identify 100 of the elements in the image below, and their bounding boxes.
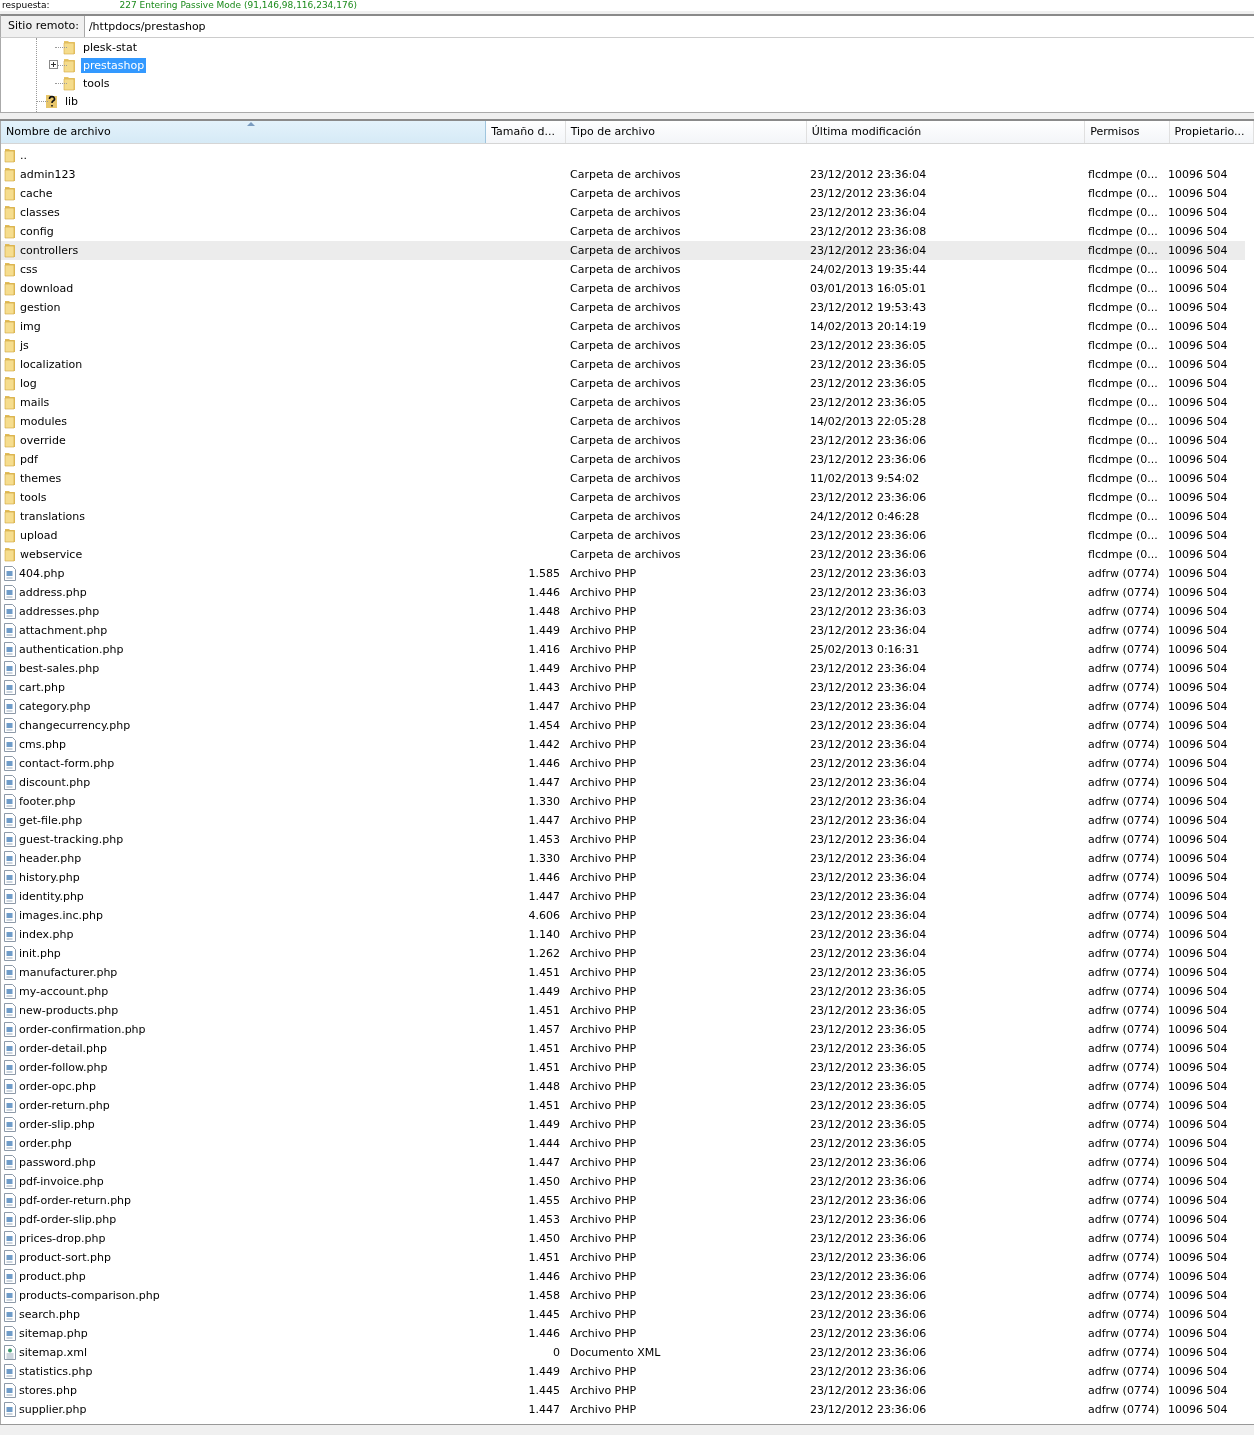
file-row[interactable]: controllers Carpeta de archivos 23/12/2012 23:36:04 flcdmpe (0... 10096 504 (1, 241, 1245, 260)
file-row[interactable]: js Carpeta de archivos 23/12/2012 23:36:05 flcdmpe (0... 10096 504 (1, 336, 1245, 355)
file-row[interactable]: webservice Carpeta de archivos 23/12/2012 23:36:06 flcdmpe (0... 10096 504 (1, 545, 1245, 564)
modified-date: 24/02/2013 19:35:44 (810, 263, 927, 276)
file-row[interactable]: 404.php 1.585 Archivo PHP 23/12/2012 23:36:03 adfrw (0774) 10096 504 (1, 564, 1245, 583)
file-row[interactable]: password.php 1.447 Archivo PHP 23/12/2012 23:36:06 adfrw (0774) 10096 504 (1, 1153, 1245, 1172)
modified-date: 23/12/2012 23:36:05 (810, 1061, 927, 1074)
tree-item[interactable]: tools (81, 75, 112, 91)
file-row[interactable]: prices-drop.php 1.450 Archivo PHP 23/12/2012 23:36:06 adfrw (0774) 10096 504 (1, 1229, 1245, 1248)
file-row[interactable]: order.php 1.444 Archivo PHP 23/12/2012 23:36:05 adfrw (0774) 10096 504 (1, 1134, 1245, 1153)
column-header[interactable]: Nombre de archivo (1, 121, 487, 143)
file-row[interactable]: cms.php 1.442 Archivo PHP 23/12/2012 23:36:04 adfrw (0774) 10096 504 (1, 735, 1245, 754)
file-row[interactable]: order-slip.php 1.449 Archivo PHP 23/12/2012 23:36:05 adfrw (0774) 10096 504 (1, 1115, 1245, 1134)
file-name: controllers (20, 244, 79, 257)
file-row[interactable]: cart.php 1.443 Archivo PHP 23/12/2012 23:36:04 adfrw (0774) 10096 504 (1, 678, 1245, 697)
file-row[interactable]: pdf-invoice.php 1.450 Archivo PHP 23/12/2012 23:36:06 adfrw (0774) 10096 504 (1, 1172, 1245, 1191)
file-row[interactable]: header.php 1.330 Archivo PHP 23/12/2012 23:36:04 adfrw (0774) 10096 504 (1, 849, 1245, 868)
file-row[interactable]: order-follow.php 1.451 Archivo PHP 23/12/2012 23:36:05 adfrw (0774) 10096 504 (1, 1058, 1245, 1077)
file-row[interactable]: config Carpeta de archivos 23/12/2012 23:36:08 flcdmpe (0... 10096 504 (1, 222, 1245, 241)
file-row[interactable]: order-opc.php 1.448 Archivo PHP 23/12/2012 23:36:05 adfrw (0774) 10096 504 (1, 1077, 1245, 1096)
column-header[interactable]: Permisos (1085, 121, 1170, 143)
file-row[interactable]: new-products.php 1.451 Archivo PHP 23/12/2012 23:36:05 adfrw (0774) 10096 504 (1, 1001, 1245, 1020)
tree-item[interactable]: lib (63, 93, 81, 109)
file-row[interactable]: changecurrency.php 1.454 Archivo PHP 23/12/2012 23:36:04 adfrw (0774) 10096 504 (1, 716, 1245, 735)
file-row[interactable]: pdf-order-return.php 1.455 Archivo PHP 23/12/2012 23:36:06 adfrw (0774) 10096 504 (1, 1191, 1245, 1210)
file-row[interactable]: my-account.php 1.449 Archivo PHP 23/12/2012 23:36:05 adfrw (0774) 10096 504 (1, 982, 1245, 1001)
permissions: flcdmpe (0... (1088, 225, 1158, 238)
file-row[interactable]: mails Carpeta de archivos 23/12/2012 23:36:05 flcdmpe (0... 10096 504 (1, 393, 1245, 412)
file-row[interactable]: history.php 1.446 Archivo PHP 23/12/2012 23:36:04 adfrw (0774) 10096 504 (1, 868, 1245, 887)
file-name: css (20, 263, 38, 276)
file-row[interactable]: authentication.php 1.416 Archivo PHP 25/02/2013 0:16:31 adfrw (0774) 10096 504 (1, 640, 1245, 659)
file-row[interactable]: contact-form.php 1.446 Archivo PHP 23/12/2012 23:36:04 adfrw (0774) 10096 504 (1, 754, 1245, 773)
file-row[interactable]: init.php 1.262 Archivo PHP 23/12/2012 23:36:04 adfrw (0774) 10096 504 (1, 944, 1245, 963)
document-icon (4, 908, 16, 923)
file-row[interactable]: images.inc.php 4.606 Archivo PHP 23/12/2012 23:36:04 adfrw (0774) 10096 504 (1, 906, 1245, 925)
file-type: Carpeta de archivos (570, 377, 681, 390)
file-row[interactable]: manufacturer.php 1.451 Archivo PHP 23/12/2012 23:36:05 adfrw (0774) 10096 504 (1, 963, 1245, 982)
file-row[interactable]: modules Carpeta de archivos 14/02/2013 22:05:28 flcdmpe (0... 10096 504 (1, 412, 1245, 431)
file-type: Archivo PHP (570, 738, 637, 751)
file-row[interactable]: img Carpeta de archivos 14/02/2013 20:14:19 flcdmpe (0... 10096 504 (1, 317, 1245, 336)
file-row[interactable]: classes Carpeta de archivos 23/12/2012 23:36:04 flcdmpe (0... 10096 504 (1, 203, 1245, 222)
file-row[interactable]: address.php 1.446 Archivo PHP 23/12/2012 23:36:03 adfrw (0774) 10096 504 (1, 583, 1245, 602)
file-row[interactable]: upload Carpeta de archivos 23/12/2012 23:36:06 flcdmpe (0... 10096 504 (1, 526, 1245, 545)
file-row[interactable]: addresses.php 1.448 Archivo PHP 23/12/2012 23:36:03 adfrw (0774) 10096 504 (1, 602, 1245, 621)
permissions: adfrw (0774) (1088, 1346, 1160, 1359)
column-header[interactable]: Última modificación (806, 121, 1086, 143)
document-icon (4, 1231, 16, 1246)
file-row[interactable]: footer.php 1.330 Archivo PHP 23/12/2012 23:36:04 adfrw (0774) 10096 504 (1, 792, 1245, 811)
owner: 10096 504 (1168, 358, 1228, 371)
expand-icon[interactable] (49, 60, 58, 69)
file-row[interactable]: identity.php 1.447 Archivo PHP 23/12/2012 23:36:04 adfrw (0774) 10096 504 (1, 887, 1245, 906)
file-row[interactable]: .. (1, 146, 1245, 165)
file-row[interactable]: themes Carpeta de archivos 11/02/2013 9:54:02 flcdmpe (0... 10096 504 (1, 469, 1245, 488)
modified-date: 23/12/2012 23:36:05 (810, 1042, 927, 1055)
document-icon (4, 566, 16, 581)
file-row[interactable]: translations Carpeta de archivos 24/12/2012 0:46:28 flcdmpe (0... 10096 504 (1, 507, 1245, 526)
file-row[interactable]: admin123 Carpeta de archivos 23/12/2012 23:36:04 flcdmpe (0... 10096 504 (1, 165, 1245, 184)
file-row[interactable]: product.php 1.446 Archivo PHP 23/12/2012 23:36:06 adfrw (0774) 10096 504 (1, 1267, 1245, 1286)
file-name: modules (20, 415, 67, 428)
file-row[interactable]: product-sort.php 1.451 Archivo PHP 23/12/2012 23:36:06 adfrw (0774) 10096 504 (1, 1248, 1245, 1267)
file-row[interactable]: attachment.php 1.449 Archivo PHP 23/12/2012 23:36:04 adfrw (0774) 10096 504 (1, 621, 1245, 640)
modified-date: 14/02/2013 20:14:19 (810, 320, 927, 333)
permissions: adfrw (0774) (1088, 681, 1160, 694)
file-row[interactable]: sitemap.xml 0 Documento XML 23/12/2012 23:36:06 adfrw (0774) 10096 504 (1, 1343, 1245, 1362)
file-row[interactable]: pdf Carpeta de archivos 23/12/2012 23:36:06 flcdmpe (0... 10096 504 (1, 450, 1245, 469)
file-type: Archivo PHP (570, 1403, 637, 1416)
file-row[interactable]: override Carpeta de archivos 23/12/2012 23:36:06 flcdmpe (0... 10096 504 (1, 431, 1245, 450)
pane-splitter[interactable] (0, 113, 1254, 121)
file-name: order-slip.php (19, 1118, 95, 1131)
file-row[interactable]: order-return.php 1.451 Archivo PHP 23/12/2012 23:36:05 adfrw (0774) 10096 504 (1, 1096, 1245, 1115)
file-type: Carpeta de archivos (570, 301, 681, 314)
column-header[interactable]: Tamaño d... (486, 121, 566, 143)
file-name: order-confirmation.php (19, 1023, 146, 1036)
column-header[interactable]: Propietario... (1169, 121, 1254, 143)
file-row[interactable]: get-file.php 1.447 Archivo PHP 23/12/2012 23:36:04 adfrw (0774) 10096 504 (1, 811, 1245, 830)
file-row[interactable]: stores.php 1.445 Archivo PHP 23/12/2012 23:36:06 adfrw (0774) 10096 504 (1, 1381, 1245, 1400)
file-row[interactable]: index.php 1.140 Archivo PHP 23/12/2012 23:36:04 adfrw (0774) 10096 504 (1, 925, 1245, 944)
file-row[interactable]: tools Carpeta de archivos 23/12/2012 23:36:06 flcdmpe (0... 10096 504 (1, 488, 1245, 507)
file-row[interactable]: gestion Carpeta de archivos 23/12/2012 19:53:43 flcdmpe (0... 10096 504 (1, 298, 1245, 317)
file-row[interactable]: best-sales.php 1.449 Archivo PHP 23/12/2012 23:36:04 adfrw (0774) 10096 504 (1, 659, 1245, 678)
file-row[interactable]: download Carpeta de archivos 03/01/2013 16:05:01 flcdmpe (0... 10096 504 (1, 279, 1245, 298)
file-row[interactable]: statistics.php 1.449 Archivo PHP 23/12/2012 23:36:06 adfrw (0774) 10096 504 (1, 1362, 1245, 1381)
file-row[interactable]: guest-tracking.php 1.453 Archivo PHP 23/12/2012 23:36:04 adfrw (0774) 10096 504 (1, 830, 1245, 849)
file-row[interactable]: supplier.php 1.447 Archivo PHP 23/12/2012 23:36:06 adfrw (0774) 10096 504 (1, 1400, 1245, 1419)
file-name: order.php (19, 1137, 72, 1150)
file-row[interactable]: sitemap.php 1.446 Archivo PHP 23/12/2012 23:36:06 adfrw (0774) 10096 504 (1, 1324, 1245, 1343)
file-row[interactable]: pdf-order-slip.php 1.453 Archivo PHP 23/12/2012 23:36:06 adfrw (0774) 10096 504 (1, 1210, 1245, 1229)
file-row[interactable]: localization Carpeta de archivos 23/12/2012 23:36:05 flcdmpe (0... 10096 504 (1, 355, 1245, 374)
file-row[interactable]: order-confirmation.php 1.457 Archivo PHP 23/12/2012 23:36:05 adfrw (0774) 10096 504 (1, 1020, 1245, 1039)
file-row[interactable]: search.php 1.445 Archivo PHP 23/12/2012 23:36:06 adfrw (0774) 10096 504 (1, 1305, 1245, 1324)
file-row[interactable]: category.php 1.447 Archivo PHP 23/12/2012 23:36:04 adfrw (0774) 10096 504 (1, 697, 1245, 716)
file-row[interactable]: log Carpeta de archivos 23/12/2012 23:36:05 flcdmpe (0... 10096 504 (1, 374, 1245, 393)
tree-item[interactable]: plesk-stat (81, 39, 139, 55)
file-row[interactable]: order-detail.php 1.451 Archivo PHP 23/12/2012 23:36:05 adfrw (0774) 10096 504 (1, 1039, 1245, 1058)
file-row[interactable]: discount.php 1.447 Archivo PHP 23/12/2012 23:36:04 adfrw (0774) 10096 504 (1, 773, 1245, 792)
column-header[interactable]: Tipo de archivo (565, 121, 807, 143)
file-row[interactable]: css Carpeta de archivos 24/02/2013 19:35:44 flcdmpe (0... 10096 504 (1, 260, 1245, 279)
file-type: Archivo PHP (570, 681, 637, 694)
file-row[interactable]: products-comparison.php 1.458 Archivo PHP 23/12/2012 23:36:06 adfrw (0774) 10096 504 (1, 1286, 1245, 1305)
file-row[interactable]: cache Carpeta de archivos 23/12/2012 23:36:04 flcdmpe (0... 10096 504 (1, 184, 1245, 203)
